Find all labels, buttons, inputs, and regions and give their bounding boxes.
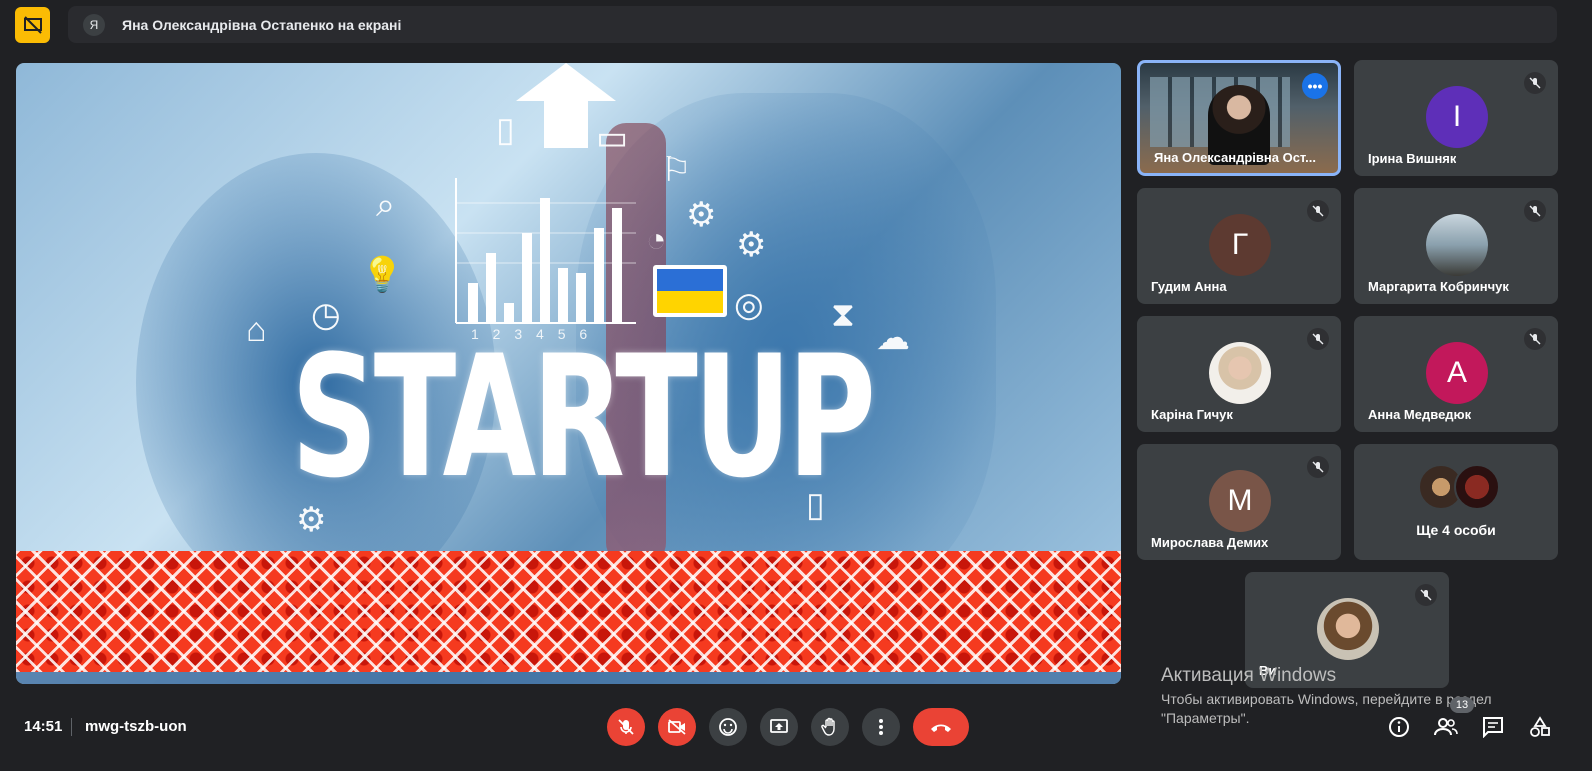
participant-tile[interactable]: Каріна Гичук	[1137, 316, 1341, 432]
people-button[interactable]	[1430, 711, 1462, 743]
avatar: А	[1426, 342, 1488, 404]
present-screen-icon	[770, 719, 788, 733]
mic-off-icon	[1524, 328, 1546, 350]
more-options-icon[interactable]: •••	[1302, 73, 1328, 99]
participant-name: Анна Медведюк	[1368, 407, 1472, 422]
chat-button[interactable]	[1477, 711, 1509, 743]
meeting-details-button[interactable]	[1383, 711, 1415, 743]
meeting-code: mwg-tszb-uon	[85, 718, 187, 735]
participant-tile[interactable]: М Мирослава Демих	[1137, 444, 1341, 560]
gear-icon: ⚙	[736, 226, 767, 264]
raise-hand-button[interactable]	[811, 708, 849, 746]
raise-hand-icon	[821, 717, 835, 736]
gear-icon: ⚙	[686, 196, 717, 234]
participant-name: Ірина Вишняк	[1368, 151, 1457, 166]
present-now-button[interactable]	[760, 708, 798, 746]
participant-tile[interactable]: I Ірина Вишняк	[1354, 60, 1558, 176]
pie-icon: ◔	[646, 221, 667, 259]
search-icon: ⌕	[376, 186, 396, 224]
presenter-avatar: Я	[83, 13, 105, 36]
more-vert-icon	[879, 719, 883, 735]
present-off-icon	[23, 16, 42, 34]
more-participants-tile[interactable]: Ще 4 особи	[1354, 444, 1558, 560]
avatar-photo	[1209, 342, 1271, 404]
avatar-photo	[1454, 464, 1500, 510]
camera-off-icon	[668, 719, 686, 735]
cloud-icon: ☁	[876, 319, 910, 357]
mic-off-icon	[1307, 456, 1329, 478]
info-icon	[1389, 717, 1409, 737]
emoji-icon	[719, 718, 737, 736]
participant-tile-self[interactable]: ••• Яна Олександрівна Ост...	[1137, 60, 1341, 176]
home-icon: ⌂	[246, 311, 267, 349]
presenter-label: Яна Олександрівна Остапенко на екрані	[122, 16, 402, 33]
mic-off-icon	[1307, 328, 1329, 350]
avatar: I	[1426, 86, 1488, 148]
windows-activation-title: Активация Windows	[1161, 665, 1337, 686]
overflow-label: Ще 4 особи	[1416, 522, 1496, 538]
participant-name: Мирослава Демих	[1151, 535, 1269, 550]
overflow-avatars	[1418, 464, 1500, 510]
mic-off-icon	[1524, 200, 1546, 222]
clock: 14:51	[24, 718, 63, 735]
divider	[71, 718, 72, 736]
avatar: Г	[1209, 214, 1271, 276]
mic-toggle-button[interactable]	[607, 708, 645, 746]
participant-tile[interactable]: Г Гудим Анна	[1137, 188, 1341, 304]
ukraine-flag-graphic	[653, 265, 727, 317]
mic-off-icon	[618, 719, 634, 735]
laptop-icon: ▭	[596, 119, 629, 157]
participant-name: Гудим Анна	[1151, 279, 1227, 294]
mic-off-icon	[1415, 584, 1437, 606]
participant-name: Маргарита Кобринчук	[1368, 279, 1509, 294]
people-icon	[1434, 718, 1458, 736]
target-icon: ◎	[734, 286, 764, 324]
chat-icon	[1483, 717, 1503, 738]
activities-icon	[1530, 716, 1550, 737]
tablet-icon: ▯	[496, 111, 515, 149]
slide-bottom-strip	[16, 672, 1121, 684]
more-options-button[interactable]	[862, 708, 900, 746]
activities-button[interactable]	[1524, 711, 1556, 743]
presentation-stage[interactable]: 1 2 3 4 5 6 ⌕ 💡 ◷ ⌂ ⚙ ⚙ ◔ ◎ ⧗ ☁ ▭ ▯ ⚐ ▯ …	[16, 63, 1121, 684]
flag-icon: ⚐	[661, 151, 692, 189]
participant-name: Яна Олександрівна Ост...	[1154, 150, 1316, 165]
mic-off-icon	[1524, 72, 1546, 94]
embroidery-ornament-band	[16, 551, 1121, 672]
mic-off-icon	[1307, 200, 1329, 222]
call-end-icon	[931, 724, 951, 732]
lightbulb-icon: 💡	[361, 256, 404, 294]
present-toggle-button[interactable]	[15, 7, 50, 43]
avatar-photo	[1426, 214, 1488, 276]
reactions-button[interactable]	[709, 708, 747, 746]
participant-tile[interactable]: А Анна Медведюк	[1354, 316, 1558, 432]
people-count-badge: 13	[1450, 697, 1474, 713]
participant-tile[interactable]: Маргарита Кобринчук	[1354, 188, 1558, 304]
avatar: М	[1209, 470, 1271, 532]
camera-toggle-button[interactable]	[658, 708, 696, 746]
leave-call-button[interactable]	[913, 708, 969, 746]
presenter-banner: Я Яна Олександрівна Остапенко на екрані	[68, 6, 1557, 43]
slide-title-startup: STARTUP	[291, 319, 876, 515]
avatar-photo	[1317, 598, 1379, 660]
participant-name: Каріна Гичук	[1151, 407, 1233, 422]
